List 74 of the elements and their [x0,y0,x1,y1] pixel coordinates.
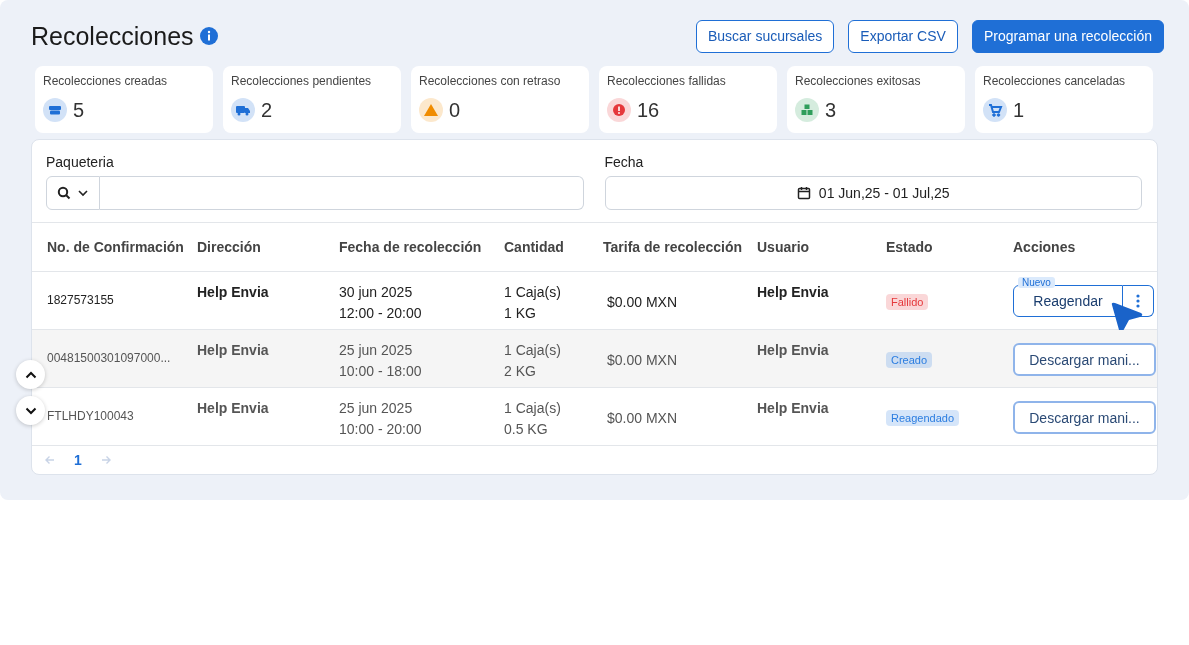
header-button[interactable]: Programar una recolección [971,19,1164,53]
info-icon[interactable] [199,27,218,45]
stat-value: 5 [73,98,85,122]
column-header: Cantidad [504,239,565,255]
date-range-field[interactable]: 01 Jun,25 - 01 Jul,25 [604,176,1142,210]
column-header: Acciones [1013,239,1077,255]
table-cell-text: Help Envia [757,284,830,300]
chevron-down-icon [24,406,37,415]
stat-label: Recolecciones canceladas [983,74,1127,88]
header-button[interactable]: Buscar sucursales [695,19,835,53]
table-cell-text: Help Envia [757,342,830,358]
table-cell-text: $0.00 MXN [606,352,679,368]
table-cell: 12:00 - 20:00 [339,305,422,321]
reschedule-button[interactable]: Reagendar [1013,285,1123,317]
table-cell: 1 KG [504,305,536,321]
field-label: Paqueteria [46,154,115,170]
stat-value: 16 [637,98,660,122]
table-cell-text: Help Envia [197,342,270,358]
error-icon [607,98,631,122]
stat-label: Recolecciones creadas [43,74,169,88]
table-cell: 1 Caja(s) [504,400,561,416]
download-manifest-button[interactable]: Descargar mani... [1013,343,1156,376]
download-manifest-button[interactable]: Descargar mani... [1013,401,1156,434]
table-cell: 10:00 - 18:00 [339,363,422,379]
column-header: No. de Confirmación [47,239,185,255]
table-cell: 25 jun 2025 [339,400,413,416]
stat-value: 3 [825,98,837,122]
stat-label: Recolecciones con retraso [419,74,562,88]
table-cell: 10:00 - 20:00 [339,421,422,437]
field-label: Fecha [604,154,645,170]
column-header: Tarifa de recolección [603,239,743,255]
table-cell-text: Help Envia [757,400,830,416]
status-tag: Reagendado [886,410,959,426]
table-cell-text: FTLHDY100043 [47,409,135,423]
search-type-dropdown[interactable] [46,176,100,210]
table-cell-text: Help Envia [197,400,270,416]
stat-value: 1 [1013,98,1025,122]
header-button[interactable]: Exportar CSV [848,19,958,53]
calendar-icon [796,186,811,200]
column-header: Fecha de recolección [339,239,483,255]
table-cell-text: $0.00 MXN [606,294,679,310]
chevron-up-icon [24,370,37,379]
warning-icon [419,98,443,122]
column-header: Usuario [757,239,811,255]
table-cell-text: 1827573155 [47,293,115,307]
stat-label: Recolecciones fallidas [607,74,727,88]
page-title: Recolecciones [31,21,194,51]
search-field[interactable] [100,176,584,210]
stacked-boxes-icon [795,98,819,122]
column-header: Dirección [197,239,262,255]
stat-value: 2 [261,98,273,122]
caret-icon [77,187,89,199]
page-link[interactable]: 1 [74,452,82,468]
cart-icon [983,98,1007,122]
table-cell-text: Help Envia [197,284,270,300]
truck-icon [231,98,255,122]
table-cell: 30 jun 2025 [339,284,413,300]
column-header: Estado [886,239,934,255]
table-cell: 1 Caja(s) [504,284,561,300]
table-cell: 1 Caja(s) [504,342,561,358]
status-tag: Fallido [886,294,929,310]
search-icon [57,186,71,200]
new-badge: Nuevo [1018,277,1055,288]
table-cell: 0.5 KG [504,421,548,437]
table-cell-text: 00481500301097000... [47,351,172,365]
stat-label: Recolecciones exitosas [795,74,922,88]
table-cell: 25 jun 2025 [339,342,413,358]
status-tag: Creado [886,352,933,368]
boxes-icon [43,98,67,122]
table-cell: 2 KG [504,363,536,379]
more-icon [1136,294,1140,308]
table-cell-text: $0.00 MXN [606,410,679,426]
stat-value: 0 [449,98,461,122]
stat-label: Recolecciones pendientes [231,74,373,88]
